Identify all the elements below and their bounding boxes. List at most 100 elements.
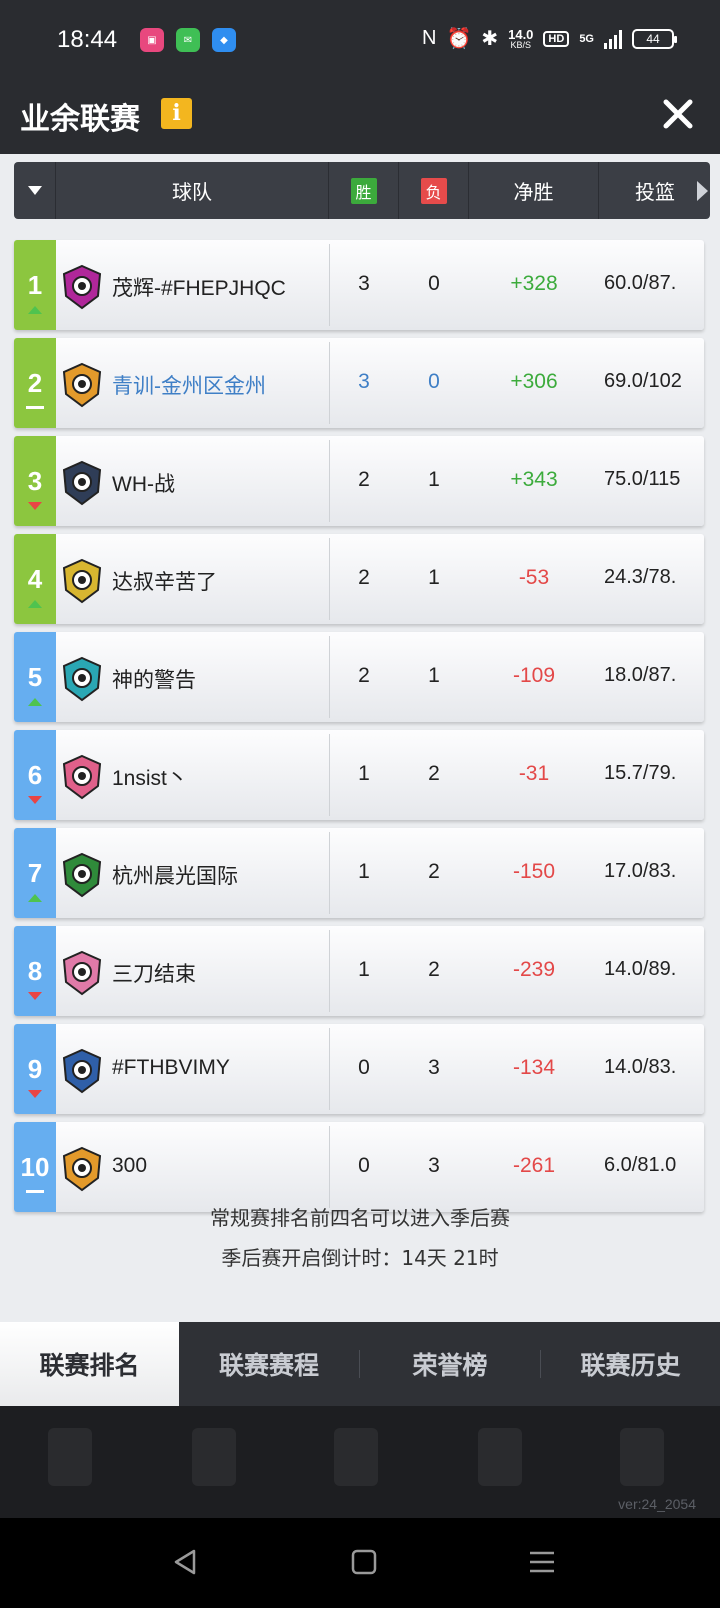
net-speed-unit: KB/S: [510, 39, 532, 50]
browser-notification-icon: ◆: [212, 28, 236, 52]
team-name[interactable]: 神的警告: [112, 664, 196, 694]
rank-cell: 8: [14, 926, 56, 1016]
rank-cell: 9: [14, 1024, 56, 1114]
column-net[interactable]: 净胜: [469, 162, 599, 219]
column-win[interactable]: 胜: [329, 162, 399, 219]
standings-row[interactable]: 8 三刀结束 1 2 -239 14.0/89.: [14, 926, 704, 1016]
rank-number: 4: [27, 564, 43, 594]
loss-badge: 负: [420, 177, 447, 204]
standings-row[interactable]: 10 300 0 3 -261 6.0/81.0: [14, 1122, 704, 1212]
scroll-right-button[interactable]: [694, 170, 710, 211]
standings-row[interactable]: 7 杭州晨光国际 1 2 -150 17.0/83.: [14, 828, 704, 918]
net-speed-value: 14.0: [508, 26, 534, 42]
table-header: 球队 胜 负 净胜 投篮: [14, 162, 710, 219]
standings-row[interactable]: 4 达叔辛苦了 2 1 -53 24.3/78.: [14, 534, 704, 624]
team-name[interactable]: 1nsist丶: [112, 762, 188, 792]
team-name[interactable]: WH-战: [112, 468, 175, 498]
background-menu: ver:24_2054: [0, 1406, 720, 1518]
standings-row[interactable]: 1 茂辉-#FHEPJHQC 3 0 +328 60.0/87.: [14, 240, 704, 330]
team-logo-icon[interactable]: [61, 460, 103, 506]
recents-icon[interactable]: [528, 1548, 556, 1576]
tab-history[interactable]: 联赛历史: [541, 1322, 720, 1406]
network-type: 5G: [579, 32, 594, 45]
battery-level: 44: [646, 31, 660, 46]
rank-number: 6: [27, 760, 43, 790]
back-icon[interactable]: [172, 1548, 200, 1576]
rank-number: 8: [27, 956, 43, 986]
chevron-right-icon: [696, 180, 708, 201]
chat-notification-icon: ✉: [176, 28, 200, 52]
alarm-icon: ⏰: [446, 28, 472, 50]
column-team[interactable]: 球队: [56, 162, 329, 219]
wins-value: 3: [358, 272, 370, 295]
team-logo-icon[interactable]: [61, 1048, 103, 1094]
info-icon[interactable]: i: [161, 98, 192, 129]
net-points-value: +328: [510, 272, 558, 295]
standings-row[interactable]: 9 #FTHBVIMY 0 3 -134 14.0/83.: [14, 1024, 704, 1114]
tab-standings[interactable]: 联赛排名: [0, 1322, 179, 1406]
home-icon[interactable]: [350, 1548, 378, 1576]
standings-row[interactable]: 6 1nsist丶 1 2 -31 15.7/79.: [14, 730, 704, 820]
team-name[interactable]: 茂辉-#FHEPJHQC: [112, 272, 286, 302]
team-logo-icon[interactable]: [61, 1146, 103, 1192]
net-points-value: +343: [510, 468, 558, 491]
standings-row[interactable]: 5 神的警告 2 1 -109 18.0/87.: [14, 632, 704, 722]
trend-down-icon: [28, 992, 42, 1000]
status-icons: N ⏰ ✱ 14.0 KB/S HD 5G 44: [422, 26, 677, 51]
team-logo-icon[interactable]: [61, 558, 103, 604]
rank-cell: 1: [14, 240, 56, 330]
rank-trend: [28, 502, 42, 510]
team-logo-icon[interactable]: [61, 950, 103, 996]
column-divider: [329, 832, 330, 914]
team-logo-icon[interactable]: [61, 264, 103, 310]
notification-icons: ▣ ✉ ◆: [140, 28, 236, 52]
trend-up-icon: [28, 600, 42, 608]
team-logo-icon[interactable]: [61, 362, 103, 408]
team-name[interactable]: 达叔辛苦了: [112, 566, 217, 596]
rank-number: 9: [27, 1054, 43, 1084]
trend-up-icon: [28, 306, 42, 314]
shooting-value: 69.0/102: [604, 370, 682, 392]
tab-honors[interactable]: 荣誉榜: [360, 1322, 540, 1406]
tab-schedule[interactable]: 联赛赛程: [179, 1322, 359, 1406]
net-speed: 14.0 KB/S: [508, 28, 533, 50]
menu-ghost-icon: [334, 1428, 378, 1486]
net-points-value: -134: [512, 1056, 556, 1079]
app-root: 18:44 ▣ ✉ ◆ N ⏰ ✱ 14.0 KB/S HD 5G 44 业余联…: [0, 0, 720, 1608]
losses-value: 2: [428, 860, 440, 883]
shooting-value: 14.0/89.: [604, 958, 677, 980]
rank-cell: 2: [14, 338, 56, 428]
losses-value: 1: [428, 664, 440, 687]
team-logo-icon[interactable]: [61, 656, 103, 702]
team-name[interactable]: 杭州晨光国际: [112, 860, 238, 890]
team-name[interactable]: 青训-金州区金州: [112, 370, 266, 400]
rank-number: 10: [20, 1152, 50, 1182]
rank-trend: [28, 796, 42, 804]
bluetooth-icon: ✱: [481, 28, 499, 50]
column-divider: [329, 734, 330, 816]
shooting-value: 75.0/115: [604, 468, 681, 490]
team-logo-icon[interactable]: [61, 852, 103, 898]
menu-ghost-icon: [620, 1428, 664, 1486]
column-divider: [329, 342, 330, 424]
rank-trend: [28, 306, 42, 314]
trend-down-icon: [28, 502, 42, 510]
team-name[interactable]: #FTHBVIMY: [112, 1056, 230, 1080]
standings-row[interactable]: 2 青训-金州区金州 3 0 +306 69.0/102: [14, 338, 704, 428]
column-loss[interactable]: 负: [399, 162, 469, 219]
team-name[interactable]: 300: [112, 1154, 147, 1178]
menu-ghost-icon: [192, 1428, 236, 1486]
shooting-value: 60.0/87.: [604, 272, 677, 294]
sort-dropdown[interactable]: [14, 162, 56, 219]
team-logo-icon[interactable]: [61, 754, 103, 800]
standings-row[interactable]: 3 WH-战 2 1 +343 75.0/115: [14, 436, 704, 526]
losses-value: 0: [428, 272, 440, 295]
team-name[interactable]: 三刀结束: [112, 958, 196, 988]
column-divider: [329, 244, 330, 326]
close-icon[interactable]: [660, 96, 696, 132]
status-time: 18:44: [57, 26, 118, 53]
losses-value: 1: [428, 468, 440, 491]
rank-trend: [28, 894, 42, 902]
battery-icon: 44: [632, 28, 677, 49]
title-bar: 业余联赛 i: [0, 82, 720, 154]
